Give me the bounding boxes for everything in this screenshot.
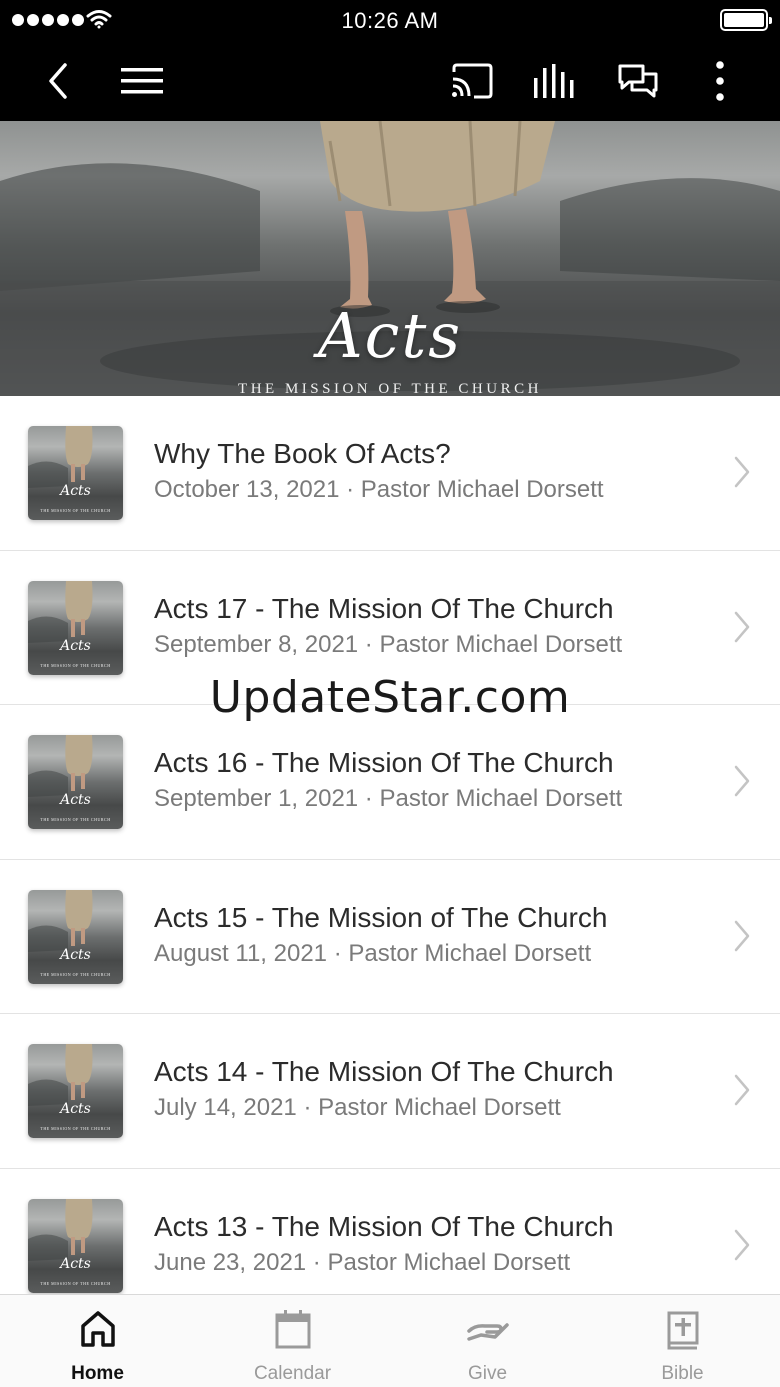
chat-button[interactable] bbox=[614, 40, 662, 121]
sermon-thumbnail: Acts THE MISSION OF THE CHURCH bbox=[28, 1198, 123, 1293]
sermon-thumbnail: Acts THE MISSION OF THE CHURCH bbox=[28, 735, 123, 829]
calendar-icon bbox=[275, 1310, 310, 1349]
sermon-title: Acts 13 - The Mission Of The Church bbox=[154, 1210, 614, 1242]
sermon-date-speaker: August 11, 2021 · Pastor Michael Dorsett bbox=[154, 939, 592, 967]
sermon-list-item[interactable]: Acts THE MISSION OF THE CHURCH Why The B… bbox=[0, 396, 780, 551]
chevron-right-icon bbox=[734, 1074, 750, 1106]
thumbnail-title: Acts bbox=[60, 792, 91, 808]
battery-icon bbox=[720, 9, 772, 31]
cast-button[interactable] bbox=[448, 40, 496, 121]
thumbnail-title: Acts bbox=[60, 946, 91, 963]
thumbnail-art bbox=[28, 580, 93, 643]
tab-bible[interactable]: Bible bbox=[585, 1295, 780, 1387]
chevron-left-icon bbox=[49, 62, 67, 99]
tab-home-label: Home bbox=[71, 1363, 124, 1384]
sermon-list-item[interactable]: Acts THE MISSION OF THE CHURCH Acts 15 -… bbox=[0, 859, 780, 1014]
sermon-title: Why The Book Of Acts? bbox=[154, 438, 451, 469]
sermon-thumbnail: Acts THE MISSION OF THE CHURCH bbox=[28, 580, 123, 675]
sermon-title: Acts 14 - The Mission Of The Church bbox=[154, 1056, 614, 1087]
thumbnail-art bbox=[28, 426, 93, 488]
audio-bars-icon bbox=[534, 63, 574, 98]
back-button[interactable] bbox=[36, 40, 80, 121]
chevron-right-icon bbox=[734, 456, 750, 488]
thumbnail-art bbox=[28, 735, 93, 797]
banner-title: Acts bbox=[317, 299, 463, 372]
sermon-title: Acts 15 - The Mission of The Church bbox=[154, 901, 608, 933]
chevron-right-icon bbox=[734, 920, 750, 951]
sermon-date-speaker: September 1, 2021 · Pastor Michael Dorse… bbox=[154, 785, 623, 812]
thumbnail-subtitle: THE MISSION OF THE CHURCH bbox=[40, 971, 111, 977]
sermon-title: Acts 16 - The Mission Of The Church bbox=[154, 747, 614, 778]
bottom-tab-bar: Home Calendar Give Bible bbox=[0, 1294, 780, 1387]
sermon-date-speaker: September 8, 2021 · Pastor Michael Dorse… bbox=[154, 630, 623, 658]
watermark-text: UpdateStar.com bbox=[209, 672, 571, 723]
home-icon bbox=[80, 1311, 115, 1347]
cast-icon bbox=[452, 63, 493, 98]
thumbnail-subtitle: THE MISSION OF THE CHURCH bbox=[40, 1126, 111, 1131]
thumbnail-title: Acts bbox=[60, 1255, 91, 1272]
thumbnail-title: Acts bbox=[60, 1101, 91, 1117]
sermon-list-item[interactable]: Acts THE MISSION OF THE CHURCH Acts 16 -… bbox=[0, 705, 780, 860]
sermon-title: Acts 17 - The Mission Of The Church bbox=[154, 592, 614, 624]
chevron-right-icon bbox=[734, 765, 750, 797]
hamburger-menu-icon bbox=[121, 67, 163, 93]
sermon-list-item[interactable]: Acts THE MISSION OF THE CHURCH Acts 14 -… bbox=[0, 1014, 780, 1169]
thumbnail-subtitle: THE MISSION OF THE CHURCH bbox=[40, 508, 111, 513]
thumbnail-subtitle: THE MISSION OF THE CHURCH bbox=[40, 1280, 111, 1286]
more-vertical-icon bbox=[716, 60, 724, 101]
sermon-list-item[interactable]: Acts THE MISSION OF THE CHURCH Acts 13 -… bbox=[0, 1168, 780, 1294]
sermon-thumbnail: Acts THE MISSION OF THE CHURCH bbox=[28, 889, 123, 984]
sermon-thumbnail: Acts THE MISSION OF THE CHURCH bbox=[28, 426, 123, 520]
sermon-date-speaker: July 14, 2021 · Pastor Michael Dorsett bbox=[154, 1094, 561, 1121]
thumbnail-title: Acts bbox=[60, 637, 91, 654]
menu-button[interactable] bbox=[118, 40, 166, 121]
status-time: 10:26 AM bbox=[341, 8, 439, 33]
thumbnail-title: Acts bbox=[60, 483, 91, 499]
thumbnail-art bbox=[28, 1198, 93, 1261]
sermon-list: Acts THE MISSION OF THE CHURCH Why The B… bbox=[0, 396, 780, 1294]
banner-subtitle: THE MISSION OF THE CHURCH bbox=[238, 381, 542, 396]
sermon-date-speaker: October 13, 2021 · Pastor Michael Dorset… bbox=[154, 476, 604, 503]
audio-button[interactable] bbox=[530, 40, 578, 121]
chevron-right-icon bbox=[734, 1229, 750, 1260]
more-options-button[interactable] bbox=[700, 40, 740, 121]
tab-calendar-label: Calendar bbox=[253, 1363, 332, 1384]
series-banner: Acts THE MISSION OF THE CHURCH bbox=[0, 121, 780, 396]
status-bar: 10:26 AM bbox=[0, 0, 780, 40]
thumbnail-art bbox=[28, 1044, 93, 1106]
nav-bar bbox=[0, 40, 780, 121]
tab-bible-label: Bible bbox=[661, 1363, 704, 1384]
sermon-date-speaker: June 23, 2021 · Pastor Michael Dorsett bbox=[154, 1248, 571, 1276]
bible-icon bbox=[667, 1311, 698, 1350]
tab-calendar[interactable]: Calendar bbox=[195, 1295, 390, 1387]
chat-bubbles-icon bbox=[618, 64, 658, 97]
thumbnail-art bbox=[28, 889, 93, 952]
thumbnail-subtitle: THE MISSION OF THE CHURCH bbox=[40, 817, 111, 822]
chevron-right-icon bbox=[734, 611, 750, 642]
thumbnail-subtitle: THE MISSION OF THE CHURCH bbox=[40, 662, 111, 668]
sermon-thumbnail: Acts THE MISSION OF THE CHURCH bbox=[28, 1044, 123, 1138]
give-icon bbox=[466, 1323, 509, 1341]
tab-home[interactable]: Home bbox=[0, 1295, 195, 1387]
tab-give-label: Give bbox=[467, 1363, 508, 1384]
tab-give[interactable]: Give bbox=[390, 1295, 585, 1387]
